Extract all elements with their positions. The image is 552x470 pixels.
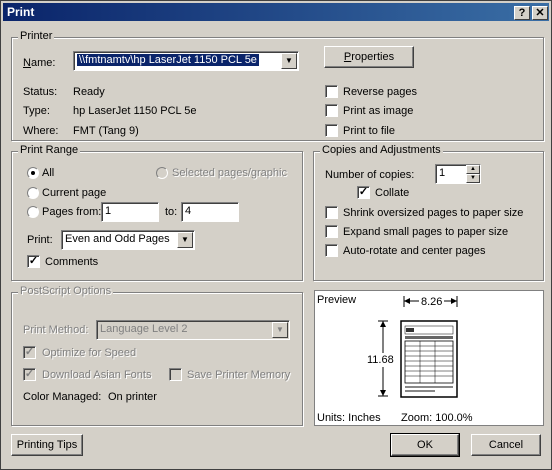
expand-label[interactable]: Expand small pages to paper size [343,225,508,239]
printer-legend: Printer [18,30,55,42]
preview-height: 11.68 [367,353,394,367]
printing-tips-button[interactable]: Printing Tips [11,434,83,456]
print-dialog: Print ? ✕ Printer Name: \\fmtnamtv\hp La… [0,0,552,470]
spin-up-icon[interactable]: ▲ [466,165,480,174]
color-managed-value: On printer [108,391,157,403]
name-label: Name: [23,57,56,69]
print-to-file-label[interactable]: Print to file [343,124,395,138]
current-page-label[interactable]: Current page [42,186,106,200]
type-label: Type: [23,105,50,117]
properties-button[interactable]: Properties [324,46,414,68]
print-method-select: Language Level 2 ▼ [96,320,290,340]
zoom-label: Zoom: 100.0% [401,412,473,424]
shrink-checkbox[interactable] [325,206,338,219]
save-memory-checkbox [169,368,182,381]
chevron-down-icon[interactable]: ▼ [281,53,297,69]
optimize-label: Optimize for Speed [42,347,137,359]
print-subset-select[interactable]: Even and Odd Pages ▼ [61,230,195,250]
print-range-legend: Print Range [18,144,81,156]
help-icon[interactable]: ? [514,6,530,20]
save-memory-label: Save Printer Memory [187,369,291,381]
chevron-down-icon: ▼ [272,322,288,338]
download-fonts-label: Download Asian Fonts [42,369,152,381]
selected-pages-radio [156,167,168,179]
postscript-legend: PostScript Options [18,285,114,297]
autorotate-label[interactable]: Auto-rotate and center pages [343,244,485,258]
units-label: Units: Inches [317,412,381,424]
preview-width: 8.26 [419,295,445,309]
title-bar: Print ? ✕ [3,3,549,21]
where-value: FMT (Tang 9) [73,125,139,137]
cancel-button[interactable]: Cancel [471,434,541,456]
reverse-pages-checkbox[interactable] [325,85,338,98]
copies-legend: Copies and Adjustments [320,144,443,156]
preview-pane: Preview 8.26 11.68 Units: Inches Zoom: 1… [314,290,544,426]
print-as-image-checkbox[interactable] [325,104,338,117]
color-managed-label: Color Managed: [23,391,102,403]
print-subset-value: Even and Odd Pages [65,233,170,245]
pages-to-input[interactable]: 4 [181,202,239,222]
preview-graphic [378,296,458,398]
window-title: Print [7,5,35,19]
reverse-pages-label[interactable]: Reverse pages [343,85,417,99]
optimize-checkbox: ✓ [23,346,36,359]
status-label: Status: [23,86,58,98]
print-as-image-label[interactable]: Print as image [343,104,413,118]
spin-down-icon[interactable]: ▼ [466,174,480,183]
copies-label: Number of copies: [325,169,415,181]
where-label: Where: [23,125,59,137]
status-value: Ready [73,86,105,98]
pages-from-input[interactable]: 1 [101,202,159,222]
all-label[interactable]: All [42,166,54,180]
shrink-label[interactable]: Shrink oversized pages to paper size [343,206,523,220]
printer-name-value: \\fmtnamtv\hp LaserJet 1150 PCL 5e [77,54,259,66]
chevron-down-icon[interactable]: ▼ [177,232,193,248]
pages-from-label[interactable]: Pages from: [42,205,101,219]
ok-button[interactable]: OK [390,433,460,457]
type-value: hp LaserJet 1150 PCL 5e [73,105,197,117]
close-icon[interactable]: ✕ [532,6,548,20]
pages-from-radio[interactable] [27,206,39,218]
print-method-value: Language Level 2 [100,323,188,335]
selected-pages-label: Selected pages/graphic [172,167,287,179]
collate-label[interactable]: Collate [375,186,409,200]
print-to-file-checkbox[interactable] [325,124,338,137]
all-radio[interactable] [27,167,39,179]
to-label: to: [165,206,178,218]
autorotate-checkbox[interactable] [325,244,338,257]
print-subset-label: Print: [27,234,53,246]
download-fonts-checkbox: ✓ [23,368,36,381]
current-page-radio[interactable] [27,187,39,199]
printer-name-select[interactable]: \\fmtnamtv\hp LaserJet 1150 PCL 5e ▼ [73,51,299,71]
comments-label[interactable]: Comments [45,255,98,269]
expand-checkbox[interactable] [325,225,338,238]
collate-checkbox[interactable]: ✓ [357,186,370,199]
comments-checkbox[interactable]: ✓ [27,255,40,268]
print-method-label: Print Method: [23,324,89,336]
